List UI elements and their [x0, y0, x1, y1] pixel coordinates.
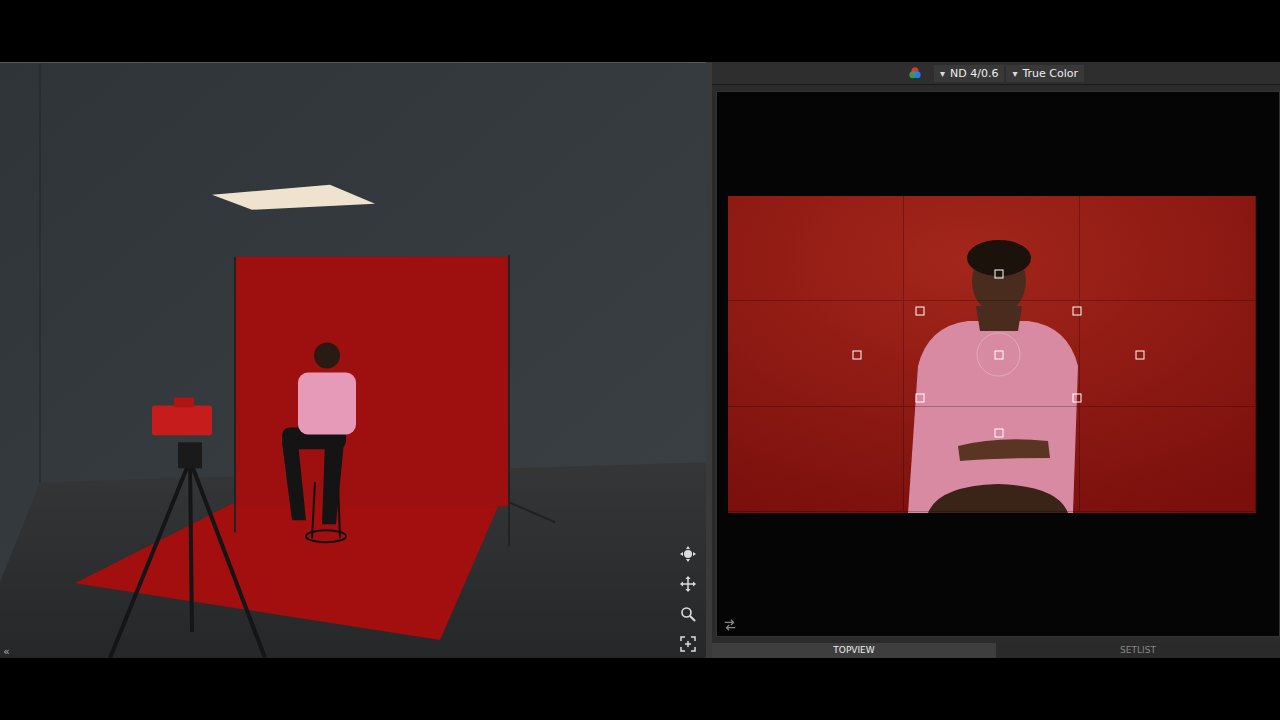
workspace: « ▾ND 4/0.6▾True Color TOPVIEWSETLIST [0, 62, 1280, 658]
orbit-icon[interactable] [680, 546, 696, 562]
filter-dropdown[interactable]: ▾ND 4/0.6 [934, 65, 1004, 82]
app-window: « ▾ND 4/0.6▾True Color TOPVIEWSETLIST [0, 0, 1280, 720]
focus-point[interactable] [916, 306, 925, 315]
preview-image[interactable] [728, 196, 1256, 513]
camera-panel: ▾ND 4/0.6▾True Color TOPVIEWSETLIST [712, 62, 1280, 658]
panel-tab[interactable]: TOPVIEW [712, 643, 996, 658]
fit-view-icon[interactable] [680, 636, 696, 652]
bottom-letterbox [0, 658, 1280, 720]
navigation-tools [680, 546, 696, 652]
red-backdrop[interactable] [235, 257, 509, 507]
focus-point[interactable] [994, 270, 1003, 279]
zoom-icon[interactable] [680, 606, 696, 622]
pan-icon[interactable] [680, 576, 696, 592]
camera-tripod[interactable] [110, 397, 265, 658]
3d-viewport[interactable]: « [0, 62, 706, 658]
camera-toolbar: ▾ND 4/0.6▾True Color [712, 62, 1280, 85]
focus-point[interactable] [916, 394, 925, 403]
collapse-button[interactable]: « [3, 646, 10, 658]
camera-preview [716, 91, 1280, 637]
focus-point[interactable] [994, 429, 1003, 438]
panel-tab[interactable]: SETLIST [996, 643, 1280, 658]
panel-tabs: TOPVIEWSETLIST [712, 643, 1280, 658]
focus-point[interactable] [852, 350, 861, 359]
focus-point[interactable] [1073, 306, 1082, 315]
softbox-light[interactable] [212, 185, 375, 210]
color-channels-icon[interactable] [908, 66, 922, 80]
focus-point[interactable] [1135, 350, 1144, 359]
focus-point[interactable] [1073, 394, 1082, 403]
studio-scene[interactable] [0, 63, 706, 658]
model-figure[interactable] [282, 343, 356, 543]
top-letterbox [0, 0, 1280, 62]
color-mode-dropdown[interactable]: ▾True Color [1006, 65, 1084, 82]
swap-view-icon[interactable] [723, 618, 737, 632]
focus-point[interactable] [994, 350, 1003, 359]
